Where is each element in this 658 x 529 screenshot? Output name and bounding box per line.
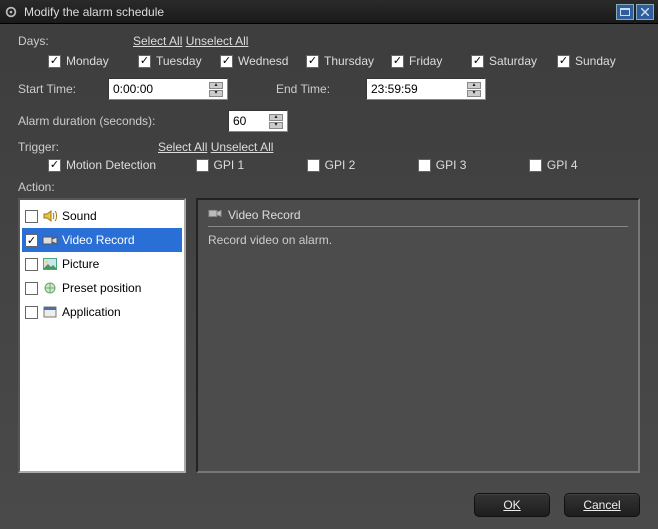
camera-icon [208, 206, 222, 223]
action-detail-panel: Video Record Record video on alarm. [196, 198, 640, 473]
trigger-gpi-2[interactable]: GPI 2 [307, 158, 418, 172]
action-detail-title: Video Record [228, 208, 301, 222]
checkbox[interactable] [529, 159, 542, 172]
spin-up-icon[interactable]: ▴ [467, 82, 481, 89]
action-item-picture[interactable]: Picture [22, 252, 182, 276]
window-title: Modify the alarm schedule [24, 5, 164, 19]
trigger-select-all-link[interactable]: Select All [158, 140, 207, 154]
gear-icon [4, 5, 18, 19]
checkbox[interactable] [25, 258, 38, 271]
application-icon [42, 304, 58, 320]
maximize-button[interactable] [616, 4, 634, 20]
cancel-button[interactable]: Cancel [564, 493, 640, 517]
checkbox[interactable] [307, 159, 320, 172]
trigger-gpi-4[interactable]: GPI 4 [529, 158, 640, 172]
days-label: Days: [18, 34, 133, 48]
trigger-motion-detection[interactable]: ✓Motion Detection [48, 158, 196, 172]
close-button[interactable] [636, 4, 654, 20]
trigger-unselect-all-link[interactable]: Unselect All [211, 140, 274, 154]
ok-button[interactable]: OK [474, 493, 550, 517]
action-list[interactable]: Sound ✓ Video Record Picture Preset posi… [18, 198, 186, 473]
day-friday[interactable]: ✓Friday [391, 54, 471, 68]
days-row: ✓Monday ✓Tuesday ✓Wednesd ✓Thursday ✓Fri… [48, 54, 640, 68]
camera-icon [42, 232, 58, 248]
alarm-duration-label: Alarm duration (seconds): [18, 114, 218, 128]
day-wednesday[interactable]: ✓Wednesd [220, 54, 306, 68]
trigger-gpi-3[interactable]: GPI 3 [418, 158, 529, 172]
dialog-footer: OK Cancel [0, 483, 658, 529]
spinner[interactable]: ▴▾ [209, 80, 223, 98]
action-item-preset-position[interactable]: Preset position [22, 276, 182, 300]
checkbox[interactable] [418, 159, 431, 172]
end-time-input[interactable]: 23:59:59 ▴▾ [366, 78, 486, 100]
titlebar: Modify the alarm schedule [0, 0, 658, 24]
action-item-video-record[interactable]: ✓ Video Record [22, 228, 182, 252]
checkbox[interactable] [25, 306, 38, 319]
spin-down-icon[interactable]: ▾ [467, 90, 481, 97]
checkbox[interactable]: ✓ [48, 159, 61, 172]
spin-down-icon[interactable]: ▾ [269, 122, 283, 129]
preset-icon [42, 280, 58, 296]
days-select-all-link[interactable]: Select All [133, 34, 182, 48]
checkbox[interactable]: ✓ [25, 234, 38, 247]
day-thursday[interactable]: ✓Thursday [306, 54, 391, 68]
day-tuesday[interactable]: ✓Tuesday [138, 54, 220, 68]
action-detail-description: Record video on alarm. [208, 233, 628, 247]
trigger-gpi-1[interactable]: GPI 1 [196, 158, 307, 172]
end-time-label: End Time: [276, 82, 356, 96]
checkbox[interactable]: ✓ [220, 55, 233, 68]
checkbox[interactable]: ✓ [306, 55, 319, 68]
checkbox[interactable]: ✓ [391, 55, 404, 68]
action-item-application[interactable]: Application [22, 300, 182, 324]
start-time-input[interactable]: 0:00:00 ▴▾ [108, 78, 228, 100]
trigger-row: ✓Motion Detection GPI 1 GPI 2 GPI 3 GPI … [48, 158, 640, 172]
speaker-icon [42, 208, 58, 224]
checkbox[interactable]: ✓ [471, 55, 484, 68]
picture-icon [42, 256, 58, 272]
checkbox[interactable] [25, 282, 38, 295]
start-time-label: Start Time: [18, 82, 98, 96]
day-monday[interactable]: ✓Monday [48, 54, 138, 68]
day-sunday[interactable]: ✓Sunday [557, 54, 616, 68]
spin-up-icon[interactable]: ▴ [209, 82, 223, 89]
spinner[interactable]: ▴▾ [467, 80, 481, 98]
day-saturday[interactable]: ✓Saturday [471, 54, 557, 68]
trigger-label: Trigger: [18, 140, 158, 154]
spin-up-icon[interactable]: ▴ [269, 114, 283, 121]
alarm-duration-input[interactable]: 60 ▴▾ [228, 110, 288, 132]
checkbox[interactable] [25, 210, 38, 223]
spinner[interactable]: ▴▾ [269, 112, 283, 130]
dialog-window: Modify the alarm schedule Days: Select A… [0, 0, 658, 529]
action-item-sound[interactable]: Sound [22, 204, 182, 228]
checkbox[interactable]: ✓ [48, 55, 61, 68]
checkbox[interactable]: ✓ [557, 55, 570, 68]
checkbox[interactable]: ✓ [138, 55, 151, 68]
action-label: Action: [18, 180, 640, 194]
spin-down-icon[interactable]: ▾ [209, 90, 223, 97]
days-unselect-all-link[interactable]: Unselect All [186, 34, 249, 48]
checkbox[interactable] [196, 159, 209, 172]
